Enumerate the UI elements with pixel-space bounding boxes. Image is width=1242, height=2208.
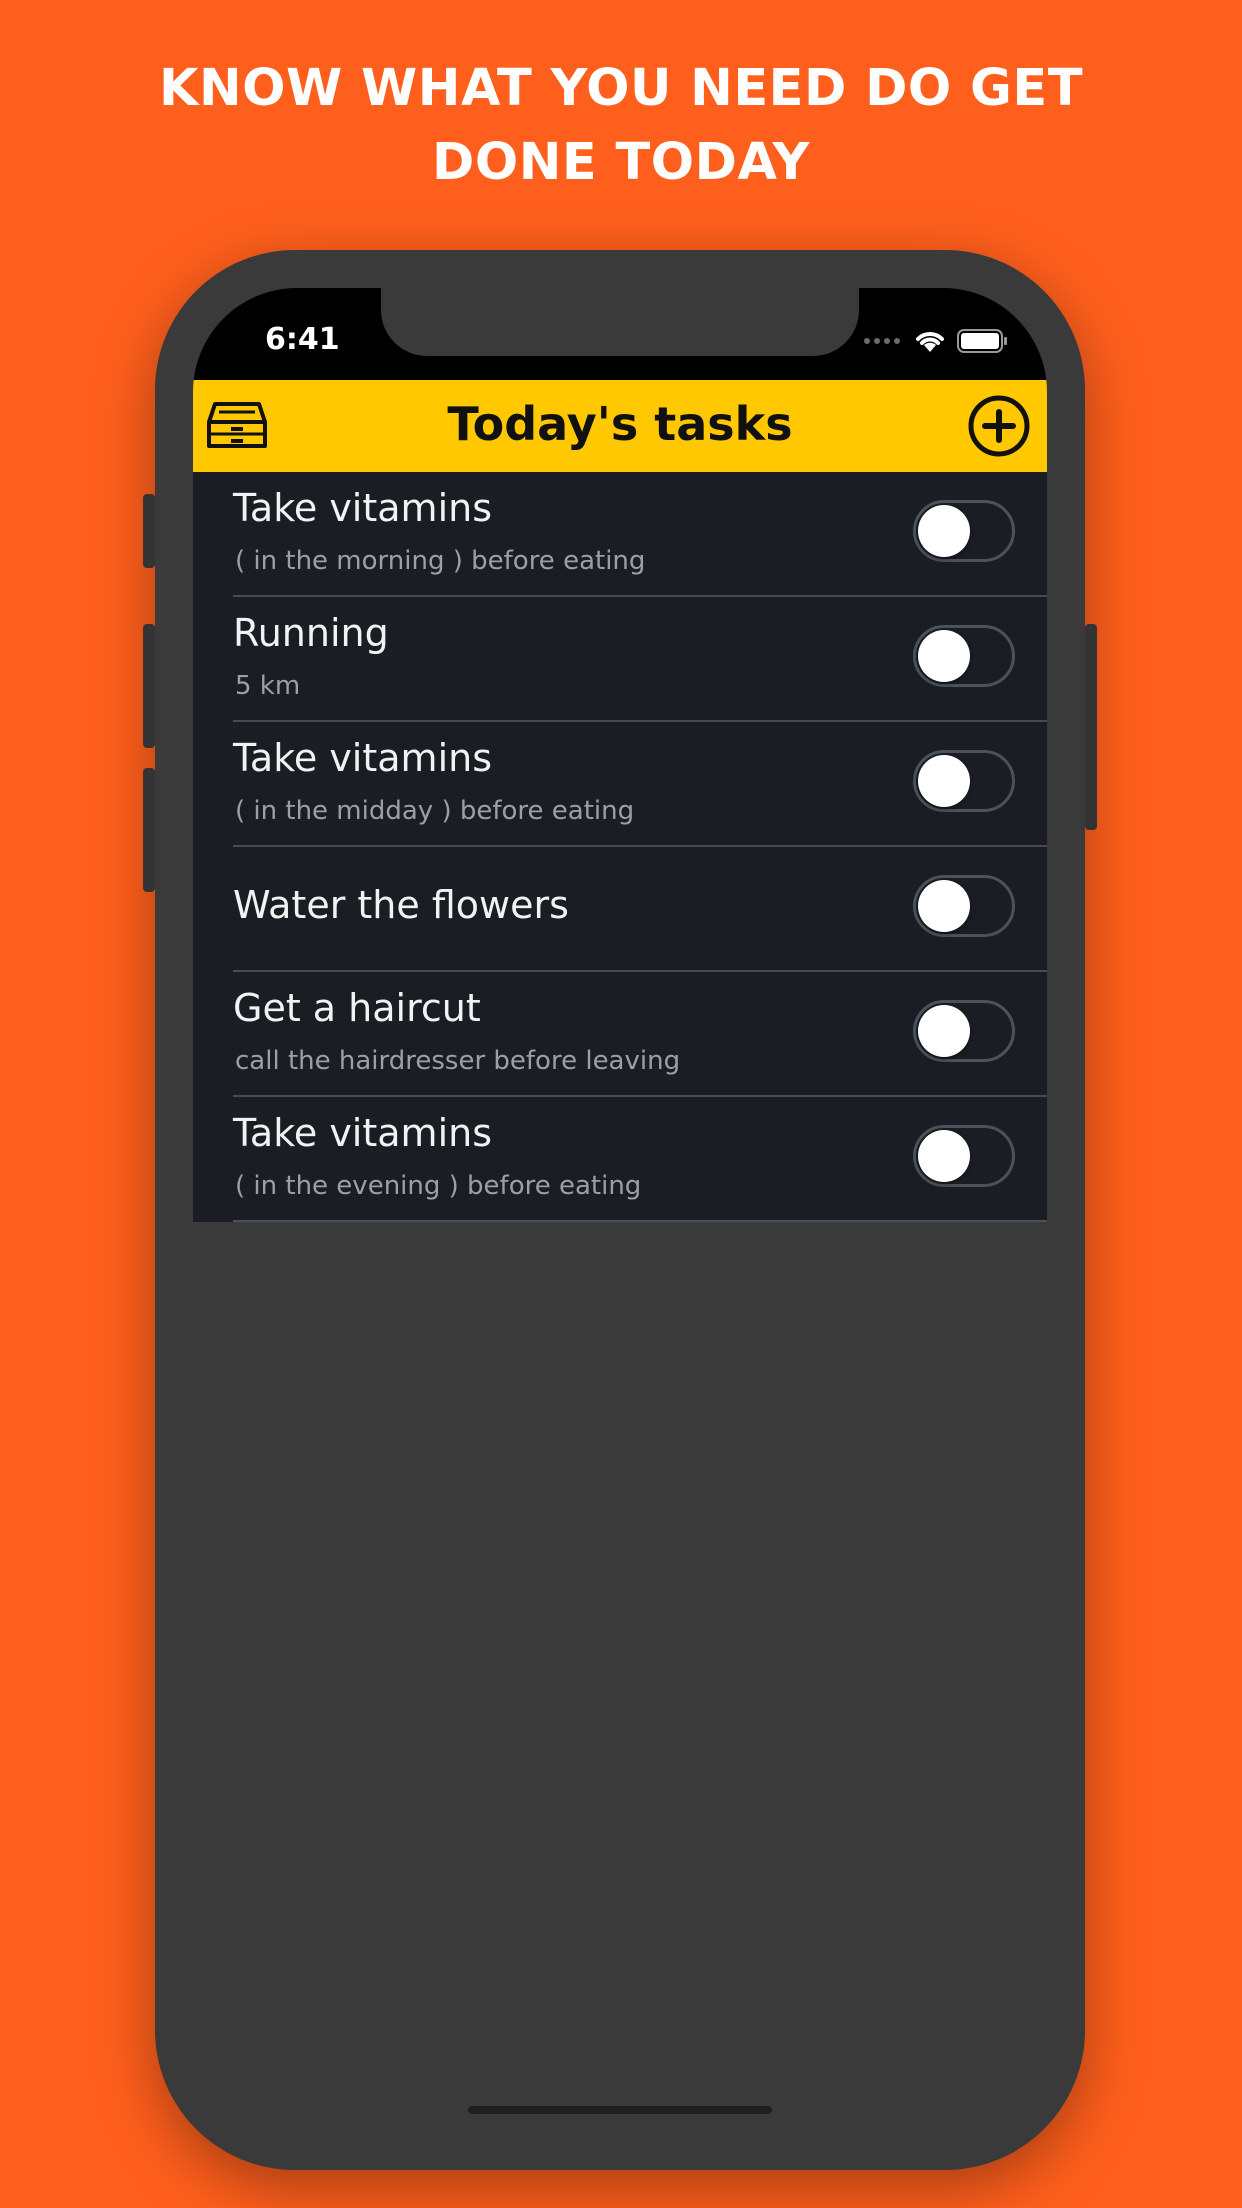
notch (381, 288, 859, 356)
task-row[interactable]: Take vitamins ( in the evening ) before … (233, 1097, 1047, 1222)
task-subtitle: 5 km (235, 671, 301, 701)
plus-circle-icon (968, 395, 1030, 457)
task-subtitle: ( in the morning ) before eating (235, 546, 646, 576)
task-row[interactable]: Running 5 km (233, 597, 1047, 722)
task-done-toggle[interactable] (913, 625, 1015, 687)
inbox-tray-icon (207, 402, 267, 448)
headline-line-1: KNOW WHAT YOU NEED DO GET (158, 59, 1084, 118)
task-title: Running (233, 611, 389, 655)
volume-up-button (143, 624, 155, 748)
nav-bar: Today's tasks (193, 380, 1047, 472)
task-done-toggle[interactable] (913, 875, 1015, 937)
task-done-toggle[interactable] (913, 750, 1015, 812)
task-title: Take vitamins (233, 1111, 493, 1155)
task-title: Take vitamins (233, 736, 493, 780)
inbox-button[interactable] (205, 400, 269, 452)
page-title: Today's tasks (447, 397, 793, 451)
toggle-knob (918, 630, 970, 682)
promo-headline: KNOW WHAT YOU NEED DO GET DONE TODAY (0, 52, 1242, 200)
task-list: Take vitamins ( in the morning ) before … (193, 472, 1047, 1222)
mute-switch (143, 494, 155, 568)
toggle-knob (918, 755, 970, 807)
task-row[interactable]: Get a haircut call the hairdresser befor… (233, 972, 1047, 1097)
task-subtitle: ( in the midday ) before eating (235, 796, 635, 826)
headline-line-2: DONE TODAY (432, 133, 810, 192)
toggle-knob (918, 505, 970, 557)
phone-screen: 6:41 Today's tasks Take vitamins (in th… (193, 288, 1047, 2132)
battery-icon (957, 329, 1007, 353)
task-done-toggle[interactable] (913, 1125, 1015, 1187)
add-task-button[interactable] (967, 394, 1031, 458)
status-bar: 6:41 (193, 288, 1047, 380)
task-subtitle: call the hairdresser before leaving (235, 1046, 681, 1076)
phone-frame: 6:41 Today's tasks Take vitamins (in th… (143, 250, 1097, 2170)
task-row[interactable]: Take vitamins ( in the midday ) before e… (233, 722, 1047, 847)
home-indicator[interactable] (468, 2106, 772, 2114)
toggle-knob (918, 880, 970, 932)
volume-down-button (143, 768, 155, 892)
task-title: Get a haircut (233, 986, 481, 1030)
task-subtitle: ( in the evening ) before eating (235, 1171, 642, 1201)
task-title: Water the flowers (233, 883, 569, 927)
status-time: 6:41 (265, 322, 340, 357)
task-done-toggle[interactable] (913, 1000, 1015, 1062)
toggle-knob (918, 1005, 970, 1057)
wifi-icon (916, 332, 944, 352)
task-done-toggle[interactable] (913, 500, 1015, 562)
power-button (1085, 624, 1097, 830)
signal-dots-icon (864, 338, 900, 344)
task-row[interactable]: Water the flowers (233, 847, 1047, 972)
toggle-knob (918, 1130, 970, 1182)
task-title: Take vitamins (233, 486, 493, 530)
task-row[interactable]: Take vitamins ( in the morning ) before … (233, 472, 1047, 597)
status-icons (863, 328, 1009, 354)
